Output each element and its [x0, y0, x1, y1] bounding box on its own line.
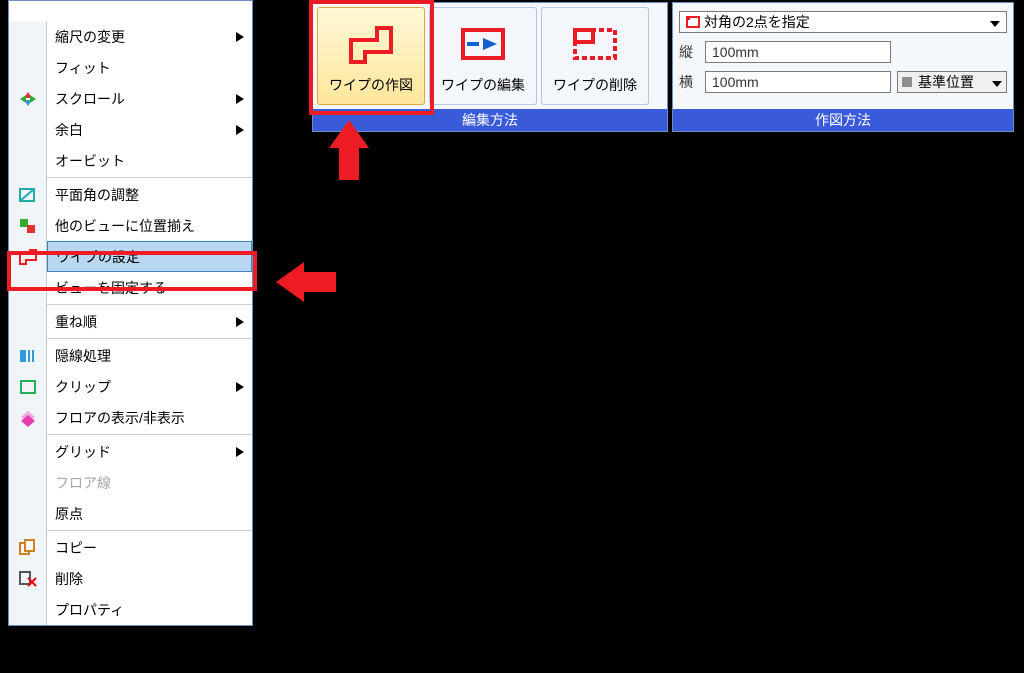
menu-item-icon — [9, 21, 46, 52]
menu-item-label: プロパティ — [55, 600, 124, 620]
menu-item[interactable]: 縮尺の変更 — [47, 21, 252, 52]
menu-item-label: 原点 — [55, 504, 83, 524]
draw-mode-icon — [686, 16, 700, 28]
menu-item-icon — [9, 306, 46, 337]
menu-item-label: クリップ — [55, 377, 111, 397]
caret-down-icon — [992, 74, 1002, 90]
menu-item-label: フィット — [55, 58, 111, 78]
menu-item-icon — [9, 241, 46, 272]
ribbon-button-wipe-create[interactable]: ワイプの作図 — [317, 7, 425, 105]
menu-item-label: 縮尺の変更 — [55, 27, 125, 47]
menu-item-label: スクロール — [55, 89, 125, 109]
menu-item-icon — [9, 467, 46, 498]
menu-item[interactable]: 削除 — [47, 563, 252, 594]
menu-item-icon — [9, 371, 46, 402]
menu-item[interactable]: 他のビューに位置揃え — [47, 210, 252, 241]
menu-item-icon — [9, 563, 46, 594]
base-position-icon — [902, 77, 912, 87]
menu-item[interactable]: 余白 — [47, 114, 252, 145]
menu-item[interactable]: 平面角の調整 — [47, 179, 252, 210]
menu-item-icon — [9, 272, 46, 303]
menu-item[interactable]: フロアの表示/非表示 — [47, 402, 252, 433]
draw-mode-label: 対角の2点を指定 — [704, 12, 990, 32]
menu-item-label: ビューを固定する — [55, 278, 167, 298]
menu-item[interactable]: ワイプの設定 — [47, 241, 252, 272]
menu-item-label: コピー — [55, 538, 97, 558]
ribbon-button-label: ワイプの削除 — [553, 75, 637, 95]
menu-item-icon — [9, 532, 46, 563]
ribbon-button-wipe-edit[interactable]: ワイプの編集 — [429, 7, 537, 105]
base-position-label: 基準位置 — [918, 72, 974, 92]
field-label-horizontal: 横 — [679, 72, 699, 92]
menu-item[interactable]: スクロール — [47, 83, 252, 114]
ribbon-group-label: 作図方法 — [673, 109, 1013, 131]
menu-item-icon — [9, 145, 46, 176]
menu-item[interactable]: 重ね順 — [47, 306, 252, 337]
submenu-arrow-icon — [236, 91, 244, 107]
wipe-create-icon — [347, 24, 395, 67]
caret-down-icon — [990, 14, 1000, 30]
input-vertical[interactable]: 100mm — [705, 41, 891, 63]
wipe-edit-icon — [459, 24, 507, 67]
menu-item-icon — [9, 402, 46, 433]
menu-item[interactable]: プロパティ — [47, 594, 252, 625]
menu-item-label: 削除 — [55, 569, 83, 589]
menu-item-icon — [9, 340, 46, 371]
menu-item-label: ワイプの設定 — [56, 247, 140, 267]
menu-item-icon — [9, 498, 46, 529]
field-label-vertical: 縦 — [679, 42, 699, 62]
menu-item-label: 他のビューに位置揃え — [55, 216, 195, 236]
view-context-menu: 縮尺の変更フィットスクロール余白オービット平面角の調整他のビューに位置揃えワイプ… — [8, 0, 253, 626]
menu-item[interactable]: ビューを固定する — [47, 272, 252, 303]
menu-item[interactable]: オービット — [47, 145, 252, 176]
menu-item-icon — [9, 594, 46, 625]
menu-item-icon — [9, 436, 46, 467]
menu-item[interactable]: コピー — [47, 532, 252, 563]
menu-item-label: フロアの表示/非表示 — [55, 408, 185, 428]
menu-item-icon — [9, 114, 46, 145]
menu-item-icon — [9, 210, 46, 241]
wipe-delete-icon — [571, 24, 619, 67]
menu-item-label: 余白 — [55, 120, 83, 140]
menu-item-label: 重ね順 — [55, 312, 97, 332]
ribbon-group-draw-method: 対角の2点を指定 縦 100mm 横 100mm — [672, 2, 1014, 132]
menu-item-label: 平面角の調整 — [55, 185, 139, 205]
submenu-arrow-icon — [236, 314, 244, 330]
menu-item-label: フロア線 — [55, 473, 111, 493]
annotation-arrow-icon — [276, 256, 346, 308]
menu-item-label: 隠線処理 — [55, 346, 111, 366]
submenu-arrow-icon — [236, 444, 244, 460]
menu-item[interactable]: クリップ — [47, 371, 252, 402]
base-position-dropdown[interactable]: 基準位置 — [897, 71, 1007, 93]
submenu-arrow-icon — [236, 122, 244, 138]
ribbon-button-wipe-delete[interactable]: ワイプの削除 — [541, 7, 649, 105]
ribbon-button-label: ワイプの作図 — [329, 75, 413, 95]
menu-item-label: グリッド — [55, 442, 111, 462]
menu-item: フロア線 — [47, 467, 252, 498]
menu-item-icon — [9, 179, 46, 210]
ribbon: ワイプの作図 ワイプの編集 ワイプの削除 編集方法 対角の2点を指定 — [312, 2, 1018, 132]
ribbon-button-label: ワイプの編集 — [441, 75, 525, 95]
menu-item-icon — [9, 83, 46, 114]
menu-item-label: オービット — [55, 151, 125, 171]
input-horizontal[interactable]: 100mm — [705, 71, 891, 93]
draw-mode-dropdown[interactable]: 対角の2点を指定 — [679, 11, 1007, 33]
ribbon-group-edit-method: ワイプの作図 ワイプの編集 ワイプの削除 編集方法 — [312, 2, 668, 132]
menu-item[interactable]: グリッド — [47, 436, 252, 467]
ribbon-group-label: 編集方法 — [313, 109, 667, 131]
menu-item[interactable]: 隠線処理 — [47, 340, 252, 371]
menu-item[interactable]: 原点 — [47, 498, 252, 529]
menu-item-icon — [9, 52, 46, 83]
submenu-arrow-icon — [236, 379, 244, 395]
submenu-arrow-icon — [236, 29, 244, 45]
menu-item[interactable]: フィット — [47, 52, 252, 83]
